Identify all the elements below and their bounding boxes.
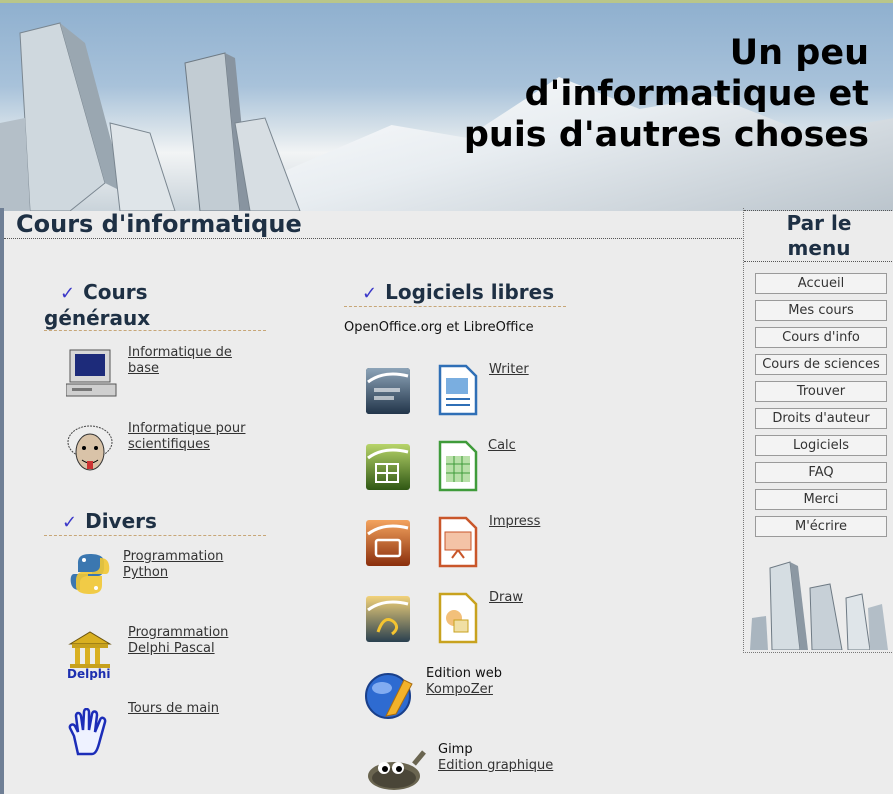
gimp-icon [368,750,426,790]
svg-text:Delphi: Delphi [67,667,110,680]
site-title-line: Un peu [729,33,869,73]
sidebar-heading-line: Par le [786,211,852,235]
sidebar-crystal-image [750,561,888,650]
nav-merci[interactable]: Merci [755,489,887,510]
libreoffice-writer-icon [438,364,478,416]
computer-icon [66,349,117,397]
edition-web-caption: Edition web [426,666,502,681]
checkmark-icon: ✓ [60,283,76,304]
checkmark-icon: ✓ [62,512,78,533]
site-title-line: d'informatique et [524,74,869,114]
nav-mes-cours[interactable]: Mes cours [755,300,887,321]
kompozer-icon [365,673,413,719]
link-draw[interactable]: Draw [489,590,523,606]
section-logiciels-libres: ✓ Logiciels libres [344,280,566,307]
gimp-caption: Gimp [438,742,473,757]
sidebar-heading: Par le menu [744,210,893,262]
link-writer[interactable]: Writer [489,362,529,378]
openoffice-impress-icon [366,520,410,566]
nav-accueil[interactable]: Accueil [755,273,887,294]
hand-icon [68,708,107,756]
section-title: généraux [44,306,151,330]
link-tours-de-main[interactable]: Tours de main [128,701,219,717]
link-impress[interactable]: Impress [489,514,540,530]
site-title-line: puis d'autres choses [463,115,869,155]
section-title: Cours [83,280,148,304]
link-informatique-scientifiques[interactable]: Informatique pour scientifiques [128,421,245,453]
link-kompozer[interactable]: KompoZer [426,682,493,698]
openoffice-draw-icon [366,596,410,642]
left-border [0,208,4,794]
libreoffice-draw-icon [438,592,478,644]
nav-trouver[interactable]: Trouver [755,381,887,402]
page-title: Cours d'informatique [16,210,302,238]
libreoffice-calc-icon [438,440,478,492]
site-title: Un peu d'informatique et puis d'autres c… [449,33,869,156]
openoffice-writer-icon [366,368,410,414]
nav-logiciels[interactable]: Logiciels [755,435,887,456]
openoffice-calc-icon [366,444,410,490]
python-icon [70,554,110,594]
logiciels-subtitle: OpenOffice.org et LibreOffice [344,320,534,335]
einstein-icon [67,425,113,471]
nav-droits-auteur[interactable]: Droits d'auteur [755,408,887,429]
link-informatique-base[interactable]: Informatique de base [128,345,232,377]
section-divers: ✓ Divers [44,509,266,536]
link-programmation-delphi[interactable]: Programmation Delphi Pascal [128,625,228,657]
section-cours-generaux: ✓ Cours généraux [44,280,266,331]
nav-cours-info[interactable]: Cours d'info [755,327,887,348]
page-heading: Cours d'informatique [4,208,744,239]
nav-mecrire[interactable]: M'écrire [755,516,887,537]
delphi-icon: Delphi [67,631,112,680]
crystal-image [0,22,301,211]
link-programmation-python[interactable]: Programmation Python [123,549,223,581]
libreoffice-impress-icon [438,516,478,568]
section-title: Logiciels libres [385,280,555,304]
nav-faq[interactable]: FAQ [755,462,887,483]
header-banner: Un peu d'informatique et puis d'autres c… [0,0,893,211]
section-title: Divers [85,509,157,533]
link-calc[interactable]: Calc [488,438,516,454]
checkmark-icon: ✓ [362,283,378,304]
link-edition-graphique[interactable]: Edition graphique [438,758,553,774]
sidebar-heading-line: menu [787,236,851,260]
sidebar-menu: Par le menu Accueil Mes cours Cours d'in… [743,208,893,653]
nav-cours-sciences[interactable]: Cours de sciences [755,354,887,375]
